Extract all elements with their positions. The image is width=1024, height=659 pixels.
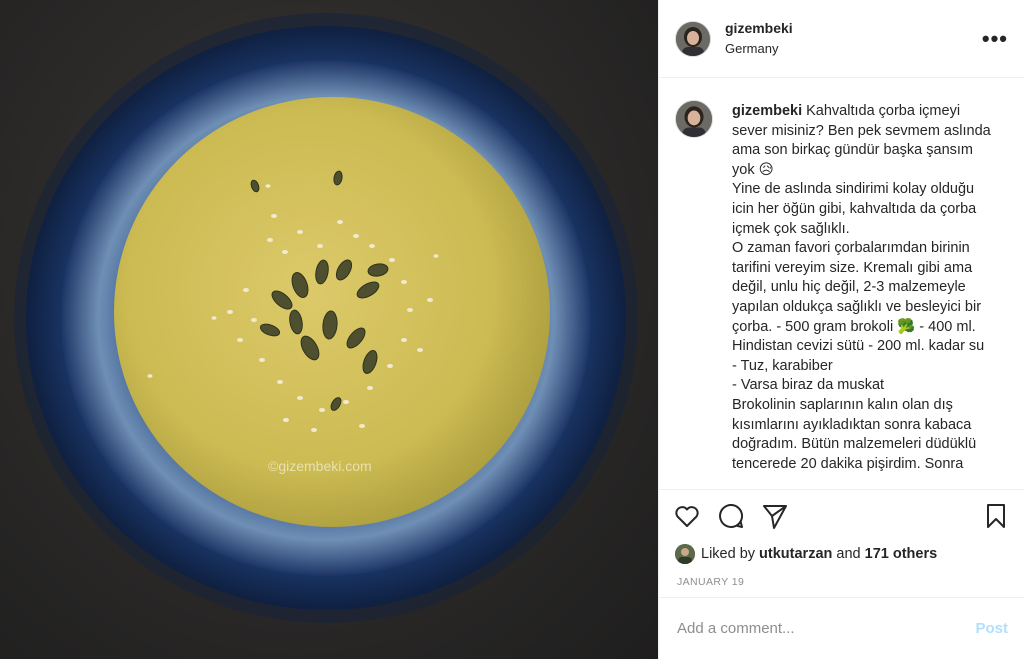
- caption-line: yapılan oldukça sağlıklı ve besleyici bi…: [732, 298, 982, 315]
- likes-others-link[interactable]: 171 others: [865, 546, 938, 562]
- caption-line: icin her öğün gibi, kahvaltıda da çorba: [732, 200, 977, 217]
- comment-icon[interactable]: [717, 502, 745, 530]
- likes-summary: Liked by utkutarzan and 171 others: [659, 541, 1024, 567]
- post-header: gizembeki Germany •••: [659, 0, 1024, 78]
- caption-line: sever misiniz? Ben pek sevmem aslında: [732, 122, 991, 139]
- caption-line: Hindistan cevizi sütü - 200 ml. kadar su: [732, 338, 985, 355]
- caption-line: kısımlarını ayıkladıktan sonra kabaca: [732, 416, 972, 433]
- caption-line: Yine de aslında sindirimi kolay olduğu: [732, 181, 975, 198]
- caption-text: Kahvaltıda çorba içmeyi: [806, 103, 961, 119]
- comment-input[interactable]: [675, 619, 976, 638]
- header-user-info: gizembeki Germany: [725, 19, 793, 58]
- caption-line: çorba. - 500 gram brokoli 🥦 - 400 ml.: [732, 318, 976, 335]
- liker-avatar[interactable]: [675, 544, 695, 564]
- caption-line: O zaman favori çorbalarımdan birinin: [732, 240, 970, 257]
- post-sidebar: gizembeki Germany ••• gizembeki Kahvaltıd…: [658, 0, 1024, 659]
- caption-line: gizembeki Kahvaltıda çorba içmeyi: [732, 102, 991, 122]
- likes-prefix: Liked by: [701, 546, 756, 562]
- liker-username[interactable]: utkutarzan: [759, 546, 832, 562]
- caption-line: Brokolinin saplarının kalın olan dış: [732, 396, 953, 413]
- post-caption: gizembeki Kahvaltıda çorba içmeyi sever m…: [732, 100, 991, 489]
- likes-joiner: and: [836, 546, 861, 562]
- caption-line: doğradım. Bütün malzemeleri düdüklü: [732, 436, 977, 453]
- caption-line: değil, unlu hiç değil, 2-3 malzemeyle: [732, 279, 966, 296]
- action-bar: [659, 489, 1024, 541]
- caption-line: - Tuz, karabiber: [732, 357, 833, 374]
- bookmark-icon[interactable]: [982, 502, 1010, 530]
- paper-plane-icon[interactable]: [761, 502, 789, 530]
- heart-icon[interactable]: [673, 502, 701, 530]
- post-location[interactable]: Germany: [725, 40, 793, 58]
- caption-line: içmek çok sağlıklı.: [732, 220, 850, 237]
- post-username[interactable]: gizembeki: [725, 19, 793, 37]
- caption-line: ama son birkaç gündür başka şansım: [732, 142, 973, 159]
- caption-line: tarifini vereyim size. Kremalı gibi ama: [732, 259, 973, 276]
- more-options-icon[interactable]: •••: [982, 27, 1008, 49]
- caption-username[interactable]: gizembeki: [732, 103, 802, 119]
- avatar[interactable]: [675, 20, 711, 57]
- post-photo[interactable]: ©gizembeki.com: [0, 0, 658, 659]
- post-comment-button[interactable]: Post: [975, 620, 1008, 637]
- photo-watermark: ©gizembeki.com: [268, 458, 372, 474]
- add-comment-bar: Post: [659, 597, 1024, 659]
- comments-section[interactable]: gizembeki Kahvaltıda çorba içmeyi sever m…: [659, 78, 1024, 489]
- soup-bowl-image: [14, 13, 638, 623]
- post-date[interactable]: JANUARY 19: [659, 567, 1024, 597]
- instagram-post-modal: ©gizembeki.com gizembeki Germany ••• giz…: [0, 0, 1024, 659]
- caption-line: tencerede 20 dakika pişirdim. Sonra: [732, 455, 964, 472]
- caption-avatar[interactable]: [675, 100, 713, 138]
- caption-line: - Varsa biraz da muskat: [732, 377, 885, 394]
- caption-line: yok 😥: [732, 161, 774, 178]
